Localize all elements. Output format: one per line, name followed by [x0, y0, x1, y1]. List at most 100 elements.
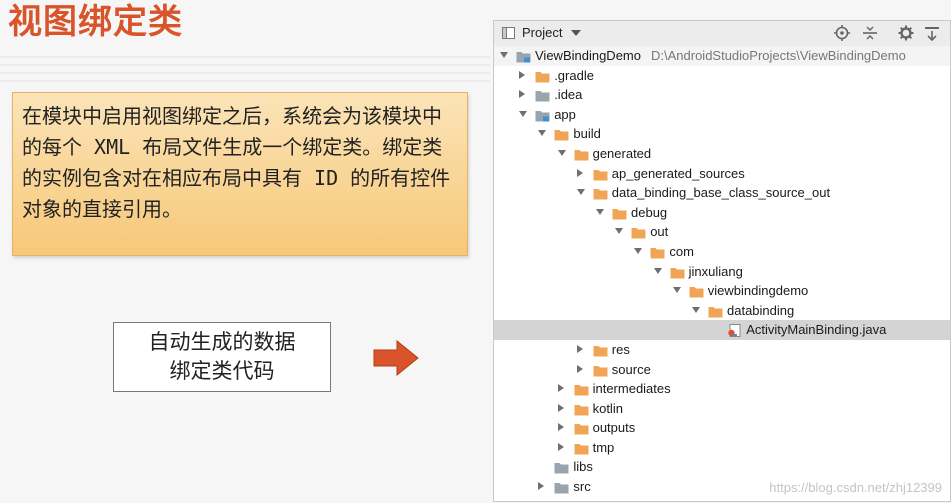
callout-line-1: 自动生成的数据 [148, 330, 296, 354]
tree-item[interactable]: debug [494, 203, 950, 223]
tree-item-label: databinding [727, 302, 795, 318]
tree-item-label: debug [631, 204, 668, 220]
folder-gray-icon [554, 460, 569, 474]
folder-orange-icon [574, 402, 589, 416]
folder-orange-icon [574, 147, 589, 161]
chevron-down-icon[interactable] [672, 287, 681, 294]
hide-panel-icon[interactable] [924, 25, 940, 41]
tree-item-label: res [611, 341, 630, 357]
chevron-down-icon[interactable] [615, 228, 624, 235]
divider [0, 72, 490, 74]
tree-item[interactable]: out [494, 222, 950, 242]
project-tree: ViewBindingDemo D:\AndroidStudioProjects\… [494, 46, 950, 497]
folder-orange-icon [631, 225, 646, 239]
right-arrow-icon [373, 340, 419, 376]
tree-item[interactable]: jinxuliang [494, 262, 950, 282]
tree-item-label: generated [592, 145, 652, 161]
project-path: D:\AndroidStudioProjects\ViewBindingDemo [651, 48, 906, 63]
tree-item-label: ViewBindingDemo D:\AndroidStudioProjects\… [535, 48, 906, 63]
tree-item[interactable]: .gradle [494, 66, 950, 86]
folder-orange-icon [670, 265, 685, 279]
tree-item[interactable]: generated [494, 144, 950, 164]
tree-item-label: outputs [592, 420, 636, 436]
tree-item[interactable]: viewbindingdemo [494, 281, 950, 301]
tree-item-label: libs [573, 459, 593, 475]
settings-gear-icon[interactable] [898, 25, 914, 41]
tree-item-label: kotlin [592, 400, 623, 416]
tree-item-label: ap_generated_sources [611, 165, 745, 181]
folder-orange-icon [650, 245, 665, 259]
chevron-right-icon[interactable] [519, 90, 526, 99]
tree-item-label: .gradle [554, 67, 594, 83]
java-file-icon [727, 323, 742, 338]
divider [0, 64, 490, 66]
tree-item-label: app [554, 106, 576, 122]
chevron-down-icon[interactable] [557, 149, 566, 156]
tree-item-label: out [650, 224, 669, 240]
tree-item[interactable]: source [494, 360, 950, 380]
divider [0, 56, 490, 58]
module-folder-icon [535, 108, 550, 122]
locate-icon[interactable] [834, 25, 850, 41]
chevron-down-icon[interactable] [538, 130, 547, 137]
tree-item[interactable]: libs [494, 457, 950, 477]
tree-item[interactable]: kotlin [494, 399, 950, 419]
project-view-selector[interactable]: Project [522, 25, 562, 40]
chevron-right-icon[interactable] [538, 482, 545, 491]
tree-item-label: intermediates [592, 381, 671, 397]
tree-item-label: data_binding_base_class_source_out [611, 185, 831, 201]
folder-orange-icon [554, 127, 569, 141]
folder-orange-icon [574, 421, 589, 435]
folder-gray-icon [535, 88, 550, 102]
folder-orange-icon [612, 206, 627, 220]
folder-orange-icon [574, 382, 589, 396]
tree-item[interactable]: res [494, 340, 950, 360]
tree-item[interactable]: build [494, 124, 950, 144]
chevron-down-icon[interactable] [653, 267, 662, 274]
tree-item[interactable]: app [494, 105, 950, 125]
tree-item[interactable]: tmp [494, 438, 950, 458]
project-toolbar: Project [494, 21, 950, 47]
tree-item[interactable]: ap_generated_sources [494, 164, 950, 184]
folder-orange-icon [593, 343, 608, 357]
callout-line-2: 绑定类代码 [169, 359, 275, 383]
tree-item[interactable]: ActivityMainBinding.java [494, 320, 950, 340]
folder-orange-icon [708, 304, 723, 318]
tree-item[interactable]: ViewBindingDemo D:\AndroidStudioProjects\… [494, 46, 950, 66]
divider [0, 80, 490, 82]
chevron-down-icon[interactable] [634, 247, 643, 254]
tree-item[interactable]: intermediates [494, 379, 950, 399]
tree-item-label: ActivityMainBinding.java [746, 322, 887, 338]
chevron-right-icon[interactable] [576, 364, 583, 373]
tree-item[interactable]: data_binding_base_class_source_out [494, 183, 950, 203]
chevron-right-icon[interactable] [576, 168, 583, 177]
tree-item[interactable]: com [494, 242, 950, 262]
chevron-right-icon[interactable] [557, 423, 564, 432]
folder-gray-icon [554, 480, 569, 494]
chevron-down-icon[interactable] [500, 52, 508, 58]
tree-item[interactable]: databinding [494, 301, 950, 321]
tree-item[interactable]: .idea [494, 85, 950, 105]
project-folder-icon [516, 49, 531, 63]
chevron-down-icon[interactable] [596, 208, 604, 215]
chevron-right-icon[interactable] [557, 384, 564, 393]
slide-title: 视图绑定类 [8, 2, 183, 42]
chevron-down-icon[interactable] [519, 110, 528, 117]
folder-orange-icon [574, 441, 589, 455]
tree-item-label: com [669, 243, 694, 259]
folder-orange-icon [593, 363, 608, 376]
chevron-right-icon[interactable] [557, 442, 564, 451]
folder-orange-icon [593, 167, 608, 181]
tree-item[interactable]: outputs [494, 418, 950, 438]
project-view-icon [502, 27, 515, 39]
chevron-down-icon[interactable] [576, 189, 585, 196]
chevron-down-icon[interactable] [571, 30, 581, 36]
chevron-right-icon[interactable] [576, 344, 583, 353]
chevron-right-icon[interactable] [519, 70, 526, 79]
collapse-all-icon[interactable] [862, 25, 878, 41]
tree-item-label: tmp [592, 439, 615, 455]
tree-item-label: build [573, 126, 601, 142]
chevron-down-icon[interactable] [692, 306, 700, 313]
explanation-note: 在模块中启用视图绑定之后，系统会为该模块中的每个 XML 布局文件生成一个绑定类… [12, 92, 468, 256]
chevron-right-icon[interactable] [557, 403, 564, 412]
